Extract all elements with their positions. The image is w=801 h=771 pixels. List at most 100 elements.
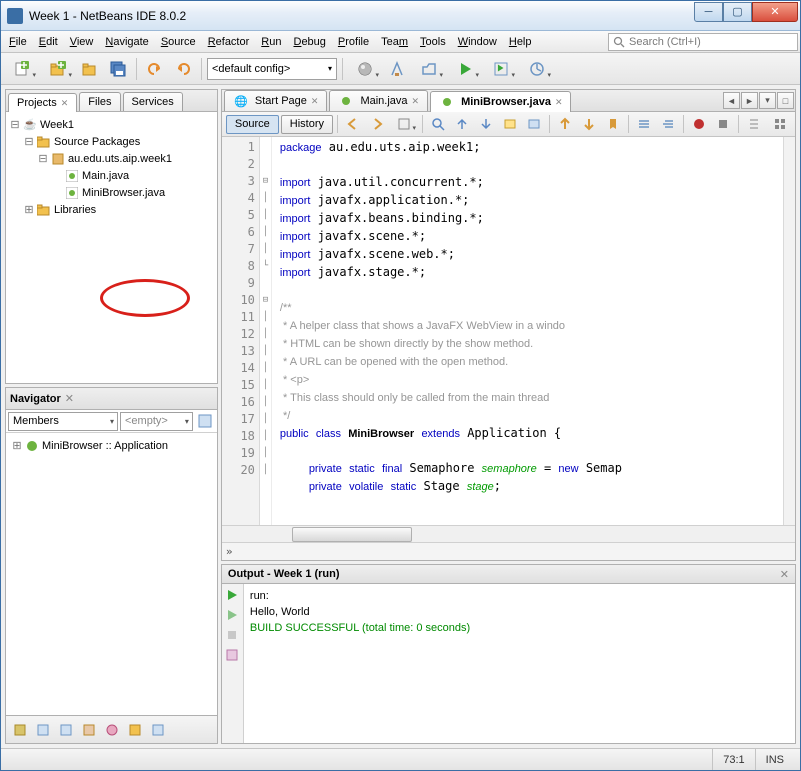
build-button[interactable]	[348, 56, 382, 82]
menu-debug[interactable]: Debug	[287, 34, 331, 50]
navigator-class-node[interactable]: ⊞MiniBrowser :: Application	[10, 437, 213, 454]
macro-record-button[interactable]	[688, 114, 710, 134]
debug-button[interactable]	[484, 56, 518, 82]
find-prev-button[interactable]	[451, 114, 473, 134]
comment-button[interactable]	[743, 114, 765, 134]
tab-services[interactable]: Services	[123, 92, 183, 111]
save-all-button[interactable]	[105, 56, 131, 82]
quick-search[interactable]: Search (Ctrl+I)	[608, 33, 798, 51]
close-icon[interactable]: ✕	[311, 96, 319, 107]
tab-main-java[interactable]: Main.java✕	[329, 90, 428, 111]
config-dropdown[interactable]: <default config>	[207, 58, 337, 80]
filter-6-button[interactable]	[125, 720, 145, 740]
close-icon[interactable]: ✕	[555, 97, 563, 108]
shift-right-button[interactable]	[657, 114, 679, 134]
menu-source[interactable]: Source	[155, 34, 202, 50]
close-icon[interactable]: ✕	[780, 568, 789, 581]
maximize-editor-button[interactable]: □	[777, 92, 794, 109]
tree-node-project[interactable]: ⊟☕Week1	[8, 116, 215, 133]
find-next-button[interactable]	[475, 114, 497, 134]
class-icon	[24, 439, 40, 453]
toggle-bookmark-button[interactable]	[523, 114, 545, 134]
horizontal-scrollbar[interactable]	[222, 525, 795, 542]
clean-build-button[interactable]	[384, 56, 410, 82]
error-stripe[interactable]	[783, 137, 795, 525]
insert-mode[interactable]: INS	[755, 749, 794, 770]
shift-left-button[interactable]	[633, 114, 655, 134]
scroll-left-button[interactable]: ◄	[723, 92, 740, 109]
output-text[interactable]: run:Hello, WorldBUILD SUCCESSFUL (total …	[244, 584, 795, 743]
filter-dropdown[interactable]: <empty>	[120, 412, 193, 431]
stop-button[interactable]	[223, 626, 241, 644]
new-project-button[interactable]	[41, 56, 75, 82]
undo-button[interactable]	[142, 56, 168, 82]
new-file-button[interactable]	[5, 56, 39, 82]
maximize-button[interactable]: ▢	[723, 2, 752, 22]
code-text[interactable]: package au.edu.uts.aip.week1; import jav…	[272, 137, 783, 525]
menu-help[interactable]: Help	[503, 34, 538, 50]
find-selection-button[interactable]	[427, 114, 449, 134]
menu-edit[interactable]: Edit	[33, 34, 64, 50]
filter-inherited-button[interactable]	[10, 720, 30, 740]
close-button[interactable]: ✕	[752, 2, 798, 22]
menu-run[interactable]: Run	[255, 34, 287, 50]
breadcrumb-bar[interactable]: »	[222, 542, 795, 560]
navigator-body[interactable]: ⊞MiniBrowser :: Application	[6, 433, 217, 715]
menu-refactor[interactable]: Refactor	[202, 34, 256, 50]
fold-gutter[interactable]: ⊟││││└⊟││││││││││	[260, 137, 272, 525]
filter-nonpublic-button[interactable]	[79, 720, 99, 740]
rerun-button[interactable]	[223, 586, 241, 604]
close-icon[interactable]: ✕	[61, 98, 69, 109]
line-gutter[interactable]: 1234567891011121314151617181920	[222, 137, 260, 525]
close-icon[interactable]: ✕	[412, 96, 420, 107]
tab-files[interactable]: Files	[79, 92, 120, 111]
tree-node-libraries[interactable]: ⊞Libraries	[8, 201, 215, 218]
close-icon[interactable]: ✕	[65, 392, 74, 405]
tree-node-source-packages[interactable]: ⊟Source Packages	[8, 133, 215, 150]
tab-projects[interactable]: Projects✕	[8, 93, 77, 112]
filter-7-button[interactable]	[148, 720, 168, 740]
tree-node-main-java[interactable]: Main.java	[8, 167, 215, 184]
tree-node-minibrowser-java[interactable]: MiniBrowser.java	[8, 184, 215, 201]
filter-static-button[interactable]	[56, 720, 76, 740]
cursor-position[interactable]: 73:1	[712, 749, 754, 770]
output-settings-button[interactable]	[223, 646, 241, 664]
minimize-button[interactable]: ─	[694, 2, 723, 22]
project-tree[interactable]: ⊟☕Week1 ⊟Source Packages ⊟au.edu.uts.aip…	[6, 112, 217, 383]
navigator-options-button[interactable]	[195, 411, 215, 431]
toggle-highlight-button[interactable]	[499, 114, 521, 134]
members-dropdown[interactable]: Members	[8, 412, 118, 431]
rerun-failed-button[interactable]	[223, 606, 241, 624]
menu-view[interactable]: View	[64, 34, 100, 50]
nav-back-button[interactable]	[342, 114, 364, 134]
source-view-button[interactable]: Source	[226, 115, 279, 134]
menu-team[interactable]: Team	[375, 34, 414, 50]
prev-bookmark-button[interactable]	[554, 114, 576, 134]
filter-5-button[interactable]	[102, 720, 122, 740]
menu-file[interactable]: File	[3, 34, 33, 50]
filter-fields-button[interactable]	[33, 720, 53, 740]
java-class-icon	[64, 169, 80, 183]
macro-stop-button[interactable]	[712, 114, 734, 134]
run-button[interactable]	[448, 56, 482, 82]
menu-window[interactable]: Window	[452, 34, 503, 50]
next-bookmark-button[interactable]	[578, 114, 600, 134]
scrollbar-thumb[interactable]	[292, 527, 412, 542]
tab-list-button[interactable]: ▾	[759, 92, 776, 109]
menu-profile[interactable]: Profile	[332, 34, 375, 50]
menu-navigate[interactable]: Navigate	[99, 34, 154, 50]
open-project-button[interactable]	[77, 56, 103, 82]
history-view-button[interactable]: History	[281, 115, 333, 134]
editor-options-button[interactable]	[769, 114, 791, 134]
nav-forward-button[interactable]	[366, 114, 388, 134]
profile-button[interactable]	[520, 56, 554, 82]
tab-minibrowser-java[interactable]: MiniBrowser.java✕	[430, 91, 571, 112]
toggle-bookmark-2-button[interactable]	[602, 114, 624, 134]
menu-tools[interactable]: Tools	[414, 34, 452, 50]
tab-start-page[interactable]: 🌐Start Page✕	[224, 90, 328, 111]
redo-button[interactable]	[170, 56, 196, 82]
tree-node-package[interactable]: ⊟au.edu.uts.aip.week1	[8, 150, 215, 167]
scroll-right-button[interactable]: ►	[741, 92, 758, 109]
build-project-button[interactable]	[412, 56, 446, 82]
last-edit-button[interactable]	[390, 114, 418, 134]
